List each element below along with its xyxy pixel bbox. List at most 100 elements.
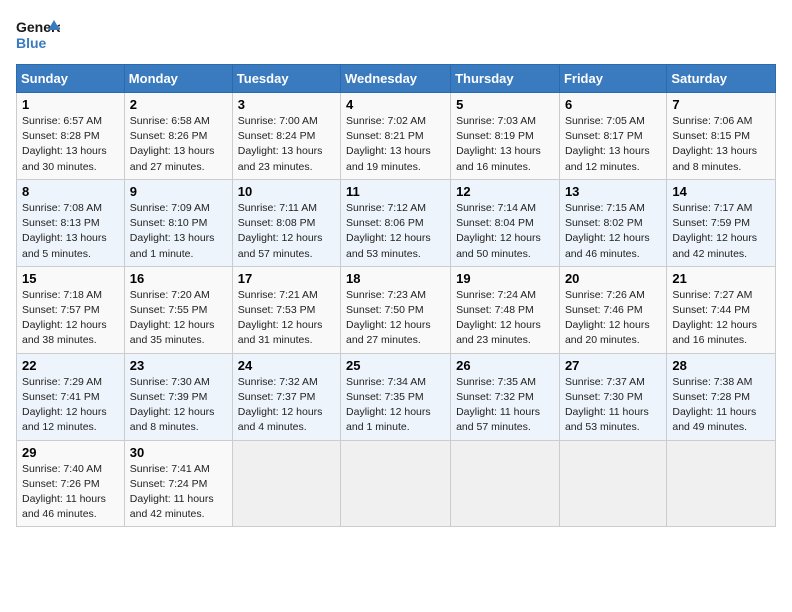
day-number: 5: [456, 97, 554, 112]
day-number: 16: [130, 271, 227, 286]
day-info: Sunrise: 7:32 AMSunset: 7:37 PMDaylight:…: [238, 375, 335, 436]
days-header-row: SundayMondayTuesdayWednesdayThursdayFrid…: [17, 65, 776, 93]
day-info: Sunrise: 7:41 AMSunset: 7:24 PMDaylight:…: [130, 462, 227, 523]
day-number: 21: [672, 271, 770, 286]
day-number: 6: [565, 97, 661, 112]
calendar-cell: 10 Sunrise: 7:11 AMSunset: 8:08 PMDayligh…: [232, 179, 340, 266]
week-row-2: 8 Sunrise: 7:08 AMSunset: 8:13 PMDaylight…: [17, 179, 776, 266]
header-thursday: Thursday: [451, 65, 560, 93]
day-number: 23: [130, 358, 227, 373]
header-wednesday: Wednesday: [341, 65, 451, 93]
calendar-cell: 19Sunrise: 7:24 AMSunset: 7:48 PMDayligh…: [451, 266, 560, 353]
calendar-cell: [232, 440, 340, 527]
calendar-cell: 20 Sunrise: 7:26 AMSunset: 7:46 PMDayligh…: [559, 266, 666, 353]
svg-text:Blue: Blue: [16, 35, 47, 51]
day-info: Sunrise: 7:09 AMSunset: 8:10 PMDaylight:…: [130, 201, 227, 262]
day-info: Sunrise: 7:17 AMSunset: 7:59 PMDaylight:…: [672, 201, 770, 262]
day-info: Sunrise: 7:29 AMSunset: 7:41 PMDaylight:…: [22, 375, 119, 436]
day-number: 3: [238, 97, 335, 112]
day-number: 15: [22, 271, 119, 286]
header-sunday: Sunday: [17, 65, 125, 93]
day-info: Sunrise: 7:34 AMSunset: 7:35 PMDaylight:…: [346, 375, 445, 436]
calendar-cell: 15 Sunrise: 7:18 AMSunset: 7:57 PMDayligh…: [17, 266, 125, 353]
day-info: Sunrise: 7:20 AMSunset: 7:55 PMDaylight:…: [130, 288, 227, 349]
day-number: 2: [130, 97, 227, 112]
calendar-cell: 11Sunrise: 7:12 AMSunset: 8:06 PMDayligh…: [341, 179, 451, 266]
logo: General Blue: [16, 16, 64, 54]
day-number: 18: [346, 271, 445, 286]
calendar-cell: 2 Sunrise: 6:58 AMSunset: 8:26 PMDaylight…: [124, 93, 232, 180]
header-monday: Monday: [124, 65, 232, 93]
page-header: General Blue: [16, 16, 776, 54]
day-number: 19: [456, 271, 554, 286]
calendar-cell: 14 Sunrise: 7:17 AMSunset: 7:59 PMDayligh…: [667, 179, 776, 266]
calendar-cell: 23 Sunrise: 7:30 AMSunset: 7:39 PMDayligh…: [124, 353, 232, 440]
calendar-cell: 22 Sunrise: 7:29 AMSunset: 7:41 PMDayligh…: [17, 353, 125, 440]
calendar-cell: 7 Sunrise: 7:06 AMSunset: 8:15 PMDaylight…: [667, 93, 776, 180]
day-info: Sunrise: 7:05 AMSunset: 8:17 PMDaylight:…: [565, 114, 661, 175]
header-friday: Friday: [559, 65, 666, 93]
day-number: 22: [22, 358, 119, 373]
week-row-3: 15 Sunrise: 7:18 AMSunset: 7:57 PMDayligh…: [17, 266, 776, 353]
day-number: 7: [672, 97, 770, 112]
calendar-cell: 26Sunrise: 7:35 AMSunset: 7:32 PMDayligh…: [451, 353, 560, 440]
day-info: Sunrise: 7:12 AMSunset: 8:06 PMDaylight:…: [346, 201, 445, 262]
day-info: Sunrise: 7:02 AMSunset: 8:21 PMDaylight:…: [346, 114, 445, 175]
header-saturday: Saturday: [667, 65, 776, 93]
day-info: Sunrise: 7:03 AMSunset: 8:19 PMDaylight:…: [456, 114, 554, 175]
day-info: Sunrise: 7:14 AMSunset: 8:04 PMDaylight:…: [456, 201, 554, 262]
day-info: Sunrise: 7:21 AMSunset: 7:53 PMDaylight:…: [238, 288, 335, 349]
calendar-cell: 8 Sunrise: 7:08 AMSunset: 8:13 PMDaylight…: [17, 179, 125, 266]
day-info: Sunrise: 7:26 AMSunset: 7:46 PMDaylight:…: [565, 288, 661, 349]
calendar-cell: 9Sunrise: 7:09 AMSunset: 8:10 PMDaylight…: [124, 179, 232, 266]
day-info: Sunrise: 7:00 AMSunset: 8:24 PMDaylight:…: [238, 114, 335, 175]
calendar-cell: 5 Sunrise: 7:03 AMSunset: 8:19 PMDaylight…: [451, 93, 560, 180]
calendar-cell: 1Sunrise: 6:57 AMSunset: 8:28 PMDaylight…: [17, 93, 125, 180]
day-number: 1: [22, 97, 119, 112]
day-info: Sunrise: 7:38 AMSunset: 7:28 PMDaylight:…: [672, 375, 770, 436]
calendar-cell: 21 Sunrise: 7:27 AMSunset: 7:44 PMDayligh…: [667, 266, 776, 353]
day-number: 8: [22, 184, 119, 199]
day-info: Sunrise: 7:23 AMSunset: 7:50 PMDaylight:…: [346, 288, 445, 349]
day-number: 27: [565, 358, 661, 373]
day-info: Sunrise: 7:30 AMSunset: 7:39 PMDaylight:…: [130, 375, 227, 436]
calendar-cell: [341, 440, 451, 527]
day-number: 17: [238, 271, 335, 286]
calendar-cell: 29 Sunrise: 7:40 AMSunset: 7:26 PMDayligh…: [17, 440, 125, 527]
calendar-cell: 3 Sunrise: 7:00 AMSunset: 8:24 PMDaylight…: [232, 93, 340, 180]
day-number: 20: [565, 271, 661, 286]
day-number: 14: [672, 184, 770, 199]
day-info: Sunrise: 7:11 AMSunset: 8:08 PMDaylight:…: [238, 201, 335, 262]
day-number: 26: [456, 358, 554, 373]
calendar-cell: [451, 440, 560, 527]
week-row-1: 1Sunrise: 6:57 AMSunset: 8:28 PMDaylight…: [17, 93, 776, 180]
week-row-4: 22 Sunrise: 7:29 AMSunset: 7:41 PMDayligh…: [17, 353, 776, 440]
day-info: Sunrise: 7:40 AMSunset: 7:26 PMDaylight:…: [22, 462, 119, 523]
day-number: 10: [238, 184, 335, 199]
day-number: 24: [238, 358, 335, 373]
calendar-cell: 24 Sunrise: 7:32 AMSunset: 7:37 PMDayligh…: [232, 353, 340, 440]
calendar-cell: 6 Sunrise: 7:05 AMSunset: 8:17 PMDaylight…: [559, 93, 666, 180]
calendar-cell: [559, 440, 666, 527]
day-info: Sunrise: 7:06 AMSunset: 8:15 PMDaylight:…: [672, 114, 770, 175]
day-number: 30: [130, 445, 227, 460]
calendar-cell: 4Sunrise: 7:02 AMSunset: 8:21 PMDaylight…: [341, 93, 451, 180]
calendar-cell: 13Sunrise: 7:15 AMSunset: 8:02 PMDayligh…: [559, 179, 666, 266]
day-info: Sunrise: 7:18 AMSunset: 7:57 PMDaylight:…: [22, 288, 119, 349]
day-info: Sunrise: 6:58 AMSunset: 8:26 PMDaylight:…: [130, 114, 227, 175]
logo-icon: General Blue: [16, 16, 60, 54]
day-info: Sunrise: 7:37 AMSunset: 7:30 PMDaylight:…: [565, 375, 661, 436]
calendar-cell: 25 Sunrise: 7:34 AMSunset: 7:35 PMDayligh…: [341, 353, 451, 440]
calendar-cell: [667, 440, 776, 527]
day-info: Sunrise: 7:27 AMSunset: 7:44 PMDaylight:…: [672, 288, 770, 349]
calendar-cell: 16 Sunrise: 7:20 AMSunset: 7:55 PMDayligh…: [124, 266, 232, 353]
day-number: 29: [22, 445, 119, 460]
day-info: Sunrise: 7:08 AMSunset: 8:13 PMDaylight:…: [22, 201, 119, 262]
calendar-cell: 27 Sunrise: 7:37 AMSunset: 7:30 PMDayligh…: [559, 353, 666, 440]
day-number: 12: [456, 184, 554, 199]
day-number: 25: [346, 358, 445, 373]
day-info: Sunrise: 7:15 AMSunset: 8:02 PMDaylight:…: [565, 201, 661, 262]
calendar-cell: 28 Sunrise: 7:38 AMSunset: 7:28 PMDayligh…: [667, 353, 776, 440]
header-tuesday: Tuesday: [232, 65, 340, 93]
day-number: 28: [672, 358, 770, 373]
